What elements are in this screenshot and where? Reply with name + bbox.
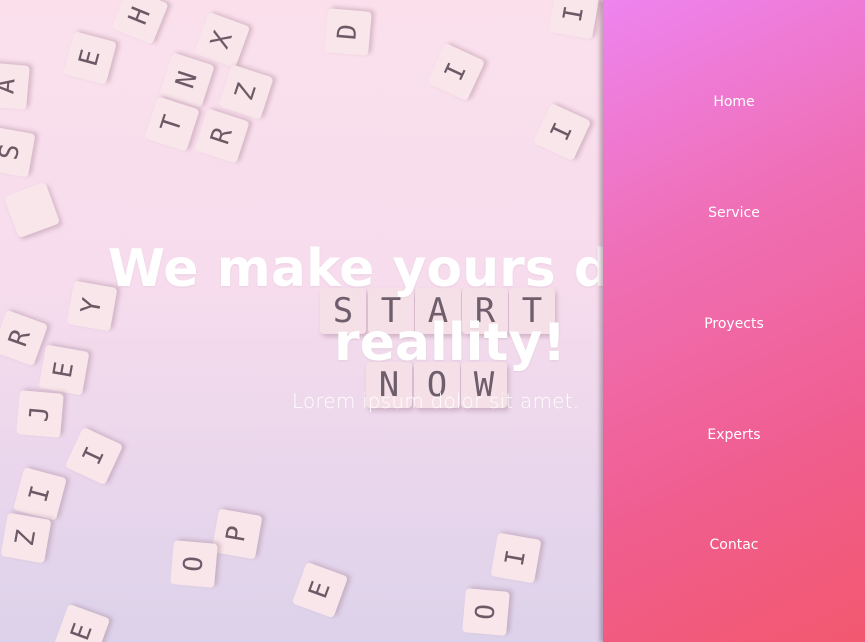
nav-item-proyects[interactable]: Proyects [603, 309, 865, 339]
nav-item-home[interactable]: Home [603, 87, 865, 117]
side-navigation: Home Service Proyects Experts Contac [603, 0, 865, 642]
nav-item-experts[interactable]: Experts [603, 420, 865, 450]
hero-section: We make yours dreams reallity! Lorem ips… [0, 0, 603, 642]
hero-subtitle: Lorem ipsum dolor sit amet. [292, 389, 580, 413]
hero-title: We make yours dreams reallity! [0, 232, 603, 380]
nav-item-service[interactable]: Service [603, 198, 865, 228]
nav-item-contac[interactable]: Contac [603, 530, 865, 560]
hero-title-line-1: We make yours dreams [107, 239, 603, 299]
page: S T A R T N O W H E X N Z T R D I I I Y … [0, 0, 865, 642]
hero-title-line-2: reallity! [334, 313, 566, 373]
